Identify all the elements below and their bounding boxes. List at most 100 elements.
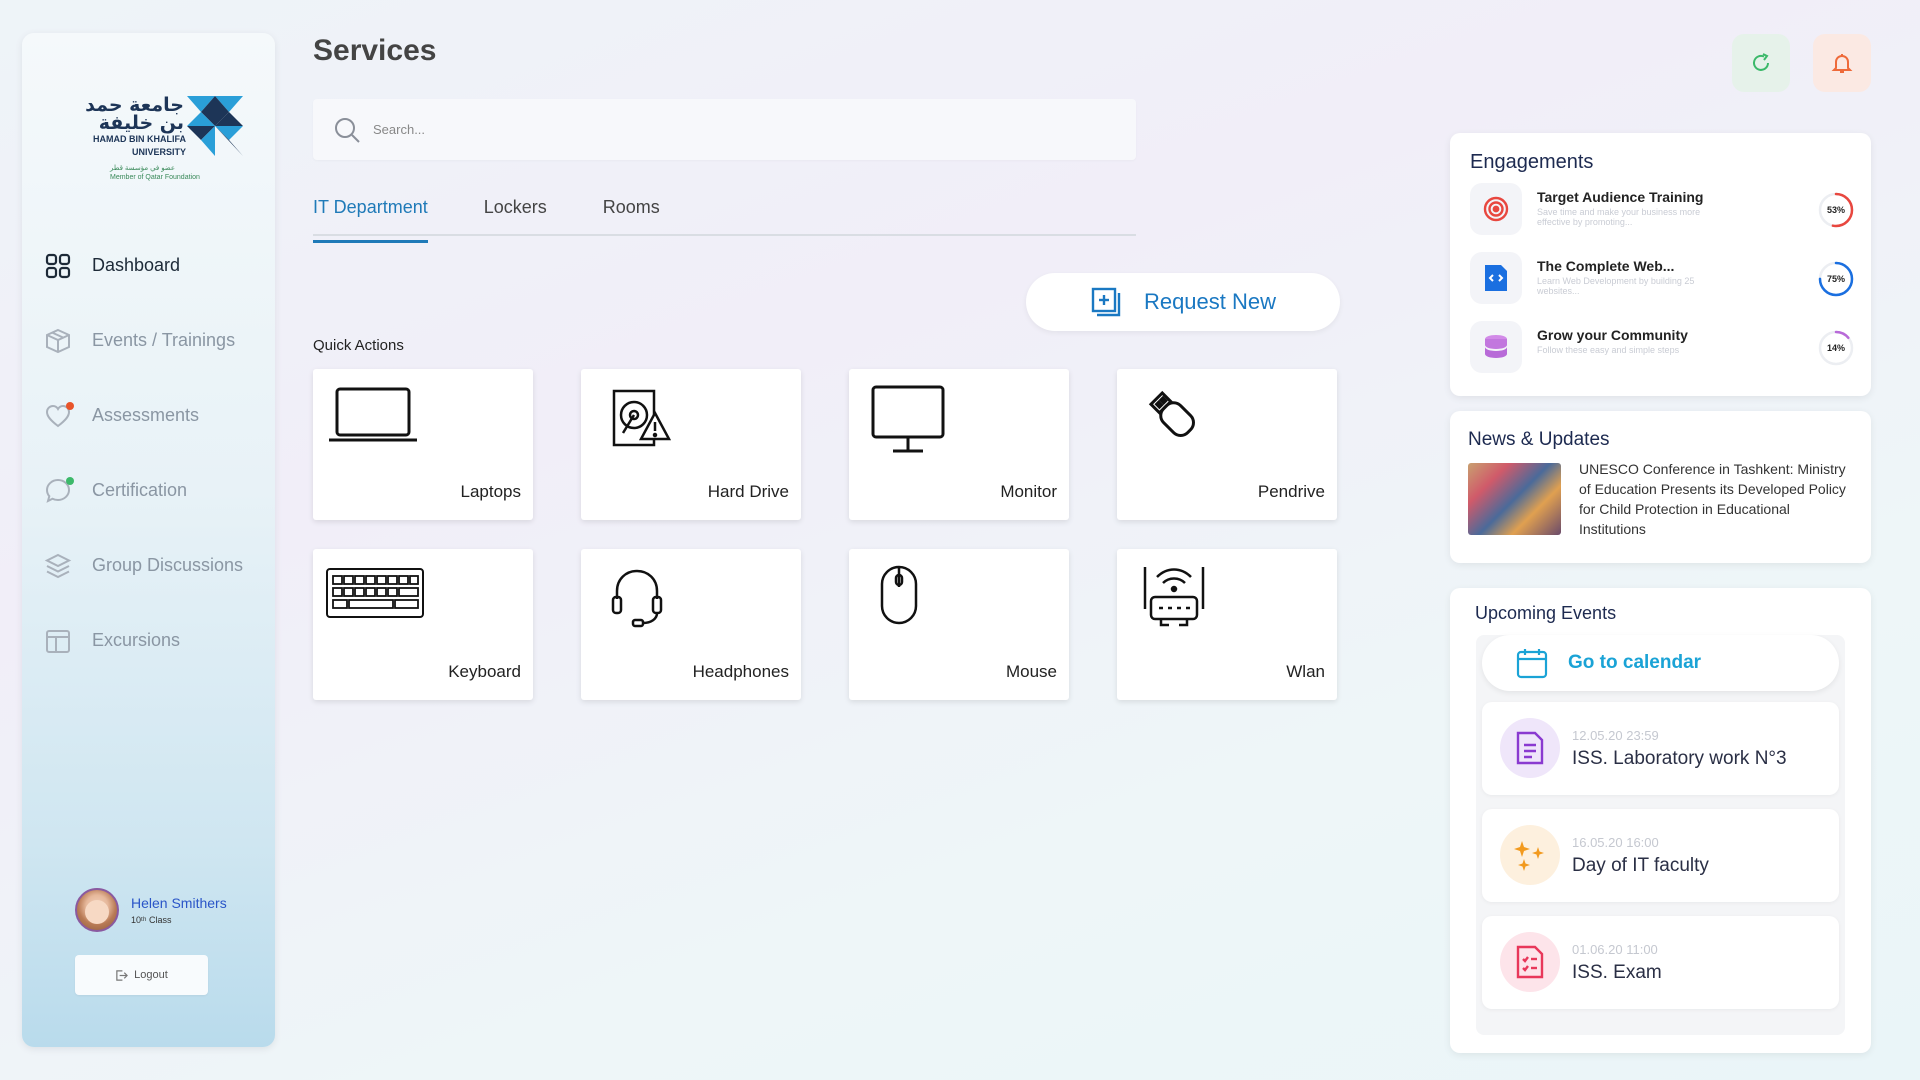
code-file-icon <box>1470 252 1522 304</box>
news-thumbnail[interactable] <box>1468 463 1561 535</box>
logo-arabic-text: جامعة حمد بن خليفة <box>85 94 184 134</box>
news-panel: News & Updates UNESCO Conference in Tash… <box>1450 411 1871 563</box>
request-new-button[interactable]: Request New <box>1026 273 1340 331</box>
page-title: Services <box>313 34 437 67</box>
news-headline[interactable]: UNESCO Conference in Tashkent: Ministry … <box>1579 459 1857 539</box>
quick-action-wlan[interactable]: Wlan <box>1117 549 1337 700</box>
quick-action-keyboard[interactable]: Keyboard <box>313 549 533 700</box>
user-profile[interactable]: Helen Smithers 10ᵗʰ Class <box>75 888 227 932</box>
quick-action-label: Laptops <box>460 482 522 501</box>
search-input[interactable] <box>373 122 1073 137</box>
tab-lockers[interactable]: Lockers <box>484 193 547 234</box>
engagement-item[interactable]: Grow your Community Follow these easy an… <box>1470 321 1855 377</box>
engagement-item[interactable]: Target Audience Training Save time and m… <box>1470 183 1855 239</box>
sidebar-item-label: Group Discussions <box>92 555 244 575</box>
engagement-name: The Complete Web... <box>1537 258 1675 274</box>
sidebar-item-excursions[interactable]: Excursions <box>22 603 275 678</box>
sidebar-item-group-discussions[interactable]: Group Discussions <box>22 528 275 603</box>
engagement-name: Grow your Community <box>1537 327 1688 343</box>
notification-dot <box>66 401 74 410</box>
upcoming-events-title: Upcoming Events <box>1475 603 1617 623</box>
search-bar[interactable] <box>313 99 1136 160</box>
tab-it-department[interactable]: IT Department <box>313 193 428 243</box>
usb-drive-icon <box>1148 390 1195 437</box>
quick-action-monitor[interactable]: Monitor <box>849 369 1069 520</box>
event-card[interactable]: 16.05.20 16:00 Day of IT faculty <box>1482 809 1839 902</box>
sidebar-item-assessments[interactable]: Assessments <box>22 378 275 453</box>
bell-icon <box>1831 54 1853 73</box>
quick-action-label: Pendrive <box>1257 482 1325 501</box>
go-to-calendar-label: Go to calendar <box>1568 652 1702 673</box>
quick-action-label: Wlan <box>1286 662 1325 681</box>
tab-rooms[interactable]: Rooms <box>603 193 660 234</box>
sidebar-item-label: Events / Trainings <box>92 330 236 350</box>
user-name: Helen Smithers <box>131 895 227 911</box>
engagement-item[interactable]: The Complete Web... Learn Web Developmen… <box>1470 252 1855 308</box>
chat-bubble-icon <box>44 476 74 505</box>
quick-action-pendrive[interactable]: Pendrive <box>1117 369 1337 520</box>
go-to-calendar-button[interactable]: Go to calendar <box>1482 635 1839 691</box>
search-icon <box>335 117 360 143</box>
logo-line-2: UNIVERSITY <box>131 147 186 157</box>
event-card[interactable]: 12.05.20 23:59 ISS. Laboratory work N°3 <box>1482 702 1839 795</box>
event-name: ISS. Exam <box>1572 962 1662 983</box>
logo-member-text: عضو في مؤسسة قطر Member of Qatar Foundat… <box>110 164 230 182</box>
event-card[interactable]: 01.06.20 11:00 ISS. Exam <box>1482 916 1839 1009</box>
sidebar-item-label: Excursions <box>92 630 181 650</box>
checklist-icon <box>1500 932 1560 992</box>
logout-button[interactable]: Logout <box>75 955 208 995</box>
refresh-button[interactable] <box>1732 34 1790 92</box>
sidebar-item-label: Dashboard <box>92 255 181 275</box>
sidebar-item-dashboard[interactable]: Dashboard <box>22 228 275 303</box>
request-new-label: Request New <box>1143 289 1277 314</box>
events-list: Go to calendar 12.05.20 23:59 ISS. Labor… <box>1476 635 1845 1035</box>
university-logo[interactable]: جامعة حمد بن خليفة HAMAD BIN KHALIFA UNI… <box>52 63 252 193</box>
logo-english-text: HAMAD BIN KHALIFA UNIVERSITY <box>78 133 186 159</box>
sidebar-item-certification[interactable]: Certification <box>22 453 275 528</box>
keyboard-icon <box>326 568 424 618</box>
quick-action-label: Keyboard <box>448 662 521 681</box>
target-icon <box>1470 183 1522 235</box>
sparkles-icon <box>1500 825 1560 885</box>
progress-percent: 14% <box>1826 343 1845 353</box>
quick-action-label: Headphones <box>692 662 789 681</box>
notifications-button[interactable] <box>1813 34 1871 92</box>
layers-icon <box>44 552 72 580</box>
calendar-icon <box>44 627 72 655</box>
logo-member-english: Member of Qatar Foundation <box>110 174 200 181</box>
headset-icon <box>611 569 663 628</box>
engagements-panel: Engagements Target Audience Training Sav… <box>1450 133 1871 396</box>
quick-action-label: Monitor <box>1000 482 1057 501</box>
quick-actions-heading: Quick Actions <box>313 337 404 354</box>
heart-icon <box>44 401 74 430</box>
event-date: 16.05.20 16:00 <box>1572 835 1659 850</box>
quick-action-headphones[interactable]: Headphones <box>581 549 801 700</box>
sidebar: جامعة حمد بن خليفة HAMAD BIN KHALIFA UNI… <box>22 33 275 1047</box>
engagements-title: Engagements <box>1470 151 1594 173</box>
logo-line-1: HAMAD BIN KHALIFA <box>93 134 186 144</box>
sidebar-item-label: Assessments <box>92 405 200 425</box>
logout-icon <box>116 969 129 981</box>
database-icon <box>1470 321 1522 373</box>
calendar-icon <box>1516 649 1548 679</box>
logo-mark-icon <box>187 96 243 156</box>
hard-drive-warning-icon <box>612 389 671 447</box>
sidebar-item-events-trainings[interactable]: Events / Trainings <box>22 303 275 378</box>
sidebar-nav: Dashboard Events / Trainings Assessments <box>22 228 275 678</box>
document-icon <box>1500 718 1560 778</box>
user-info: Helen Smithers 10ᵗʰ Class <box>131 895 227 925</box>
quick-action-hard-drive[interactable]: Hard Drive <box>581 369 801 520</box>
engagement-description: Save time and make your business more ef… <box>1537 207 1701 227</box>
quick-action-laptops[interactable]: Laptops <box>313 369 533 520</box>
avatar <box>75 888 119 932</box>
engagement-name: Target Audience Training <box>1537 189 1704 205</box>
sidebar-item-label: Certification <box>92 480 188 500</box>
wifi-router-icon <box>1143 567 1205 627</box>
logout-label: Logout <box>134 969 168 981</box>
news-title: News & Updates <box>1468 429 1610 450</box>
quick-action-mouse[interactable]: Mouse <box>849 549 1069 700</box>
event-date: 12.05.20 23:59 <box>1572 728 1659 743</box>
laptop-icon <box>329 387 417 442</box>
quick-action-label: Hard Drive <box>707 482 789 501</box>
event-name: Day of IT faculty <box>1572 855 1709 876</box>
